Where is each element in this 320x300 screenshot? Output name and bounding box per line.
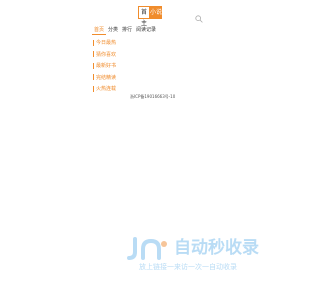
list-item-label: 完结精读 <box>96 74 117 81</box>
list-item-label: 今日最热 <box>96 40 117 47</box>
watermark-title: 自动秒收录 <box>174 238 259 258</box>
watermark-logo-icon <box>126 237 168 261</box>
tab-category[interactable]: 分类 <box>106 26 120 34</box>
tab-home[interactable]: 首页 <box>92 26 107 35</box>
list-item-new-books[interactable]: 最新好书 <box>93 60 116 72</box>
watermark-subtitle: 放上链接一来访一次一自动收录 <box>139 263 237 271</box>
list-marker <box>93 51 94 58</box>
search-icon[interactable] <box>195 8 203 23</box>
category-list: 今日最热 猜你喜欢 最新好书 完结精读 火热连载 <box>93 37 116 95</box>
list-item-label: 猜你喜欢 <box>96 51 117 58</box>
page: 首主 小说 首页 分类 排行 阅读记录 今日最热 猜你喜欢 最新好书 完结精读 <box>0 0 300 300</box>
list-marker <box>93 62 94 69</box>
icp-footer[interactable]: 浙ICP备19016663号-10 <box>130 94 175 100</box>
logo-right-text: 小说 <box>150 6 162 19</box>
list-item-label: 火热连载 <box>96 86 117 93</box>
list-marker <box>93 74 94 81</box>
list-item-label: 最新好书 <box>96 63 117 70</box>
list-item-serializing[interactable]: 火热连载 <box>93 83 116 95</box>
list-item-hot-today[interactable]: 今日最热 <box>93 37 116 49</box>
list-item-completed[interactable]: 完结精读 <box>93 72 116 84</box>
list-item-recommended[interactable]: 猜你喜欢 <box>93 49 116 61</box>
tab-reading-history[interactable]: 阅读记录 <box>134 26 158 34</box>
watermark: 自动秒收录 放上链接一来访一次一自动收录 <box>126 237 282 273</box>
top-nav: 首页 分类 排行 阅读记录 <box>92 26 158 35</box>
list-marker <box>93 39 94 46</box>
list-marker <box>93 85 94 92</box>
site-logo[interactable]: 首主 小说 <box>138 6 162 27</box>
tab-ranking[interactable]: 排行 <box>120 26 134 34</box>
logo-left-text: 首主 <box>138 6 150 27</box>
